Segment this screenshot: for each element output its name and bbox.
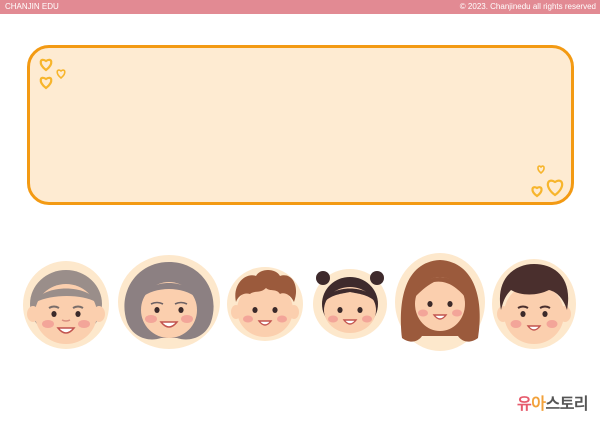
yuastory-logo: 유아스토리 <box>517 392 597 416</box>
text-card <box>27 45 574 205</box>
grandmother-face <box>118 255 220 349</box>
heart-cluster-icon-top-left <box>39 58 66 90</box>
grandfather-face <box>23 261 109 349</box>
top-banner: CHANJIN EDU © 2023. Chanjinedu all right… <box>0 0 600 14</box>
copyright-label: © 2023. Chanjinedu all rights reserved <box>459 2 596 11</box>
girl-face <box>313 269 387 339</box>
mother-face <box>395 253 485 351</box>
boy-face <box>227 267 303 341</box>
logo-text: 유아스토리 <box>517 394 589 413</box>
family-faces <box>0 250 600 360</box>
heart-cluster-icon-bottom-right <box>531 165 564 198</box>
father-face <box>492 259 576 349</box>
brand-label: CHANJIN EDU <box>5 2 59 11</box>
